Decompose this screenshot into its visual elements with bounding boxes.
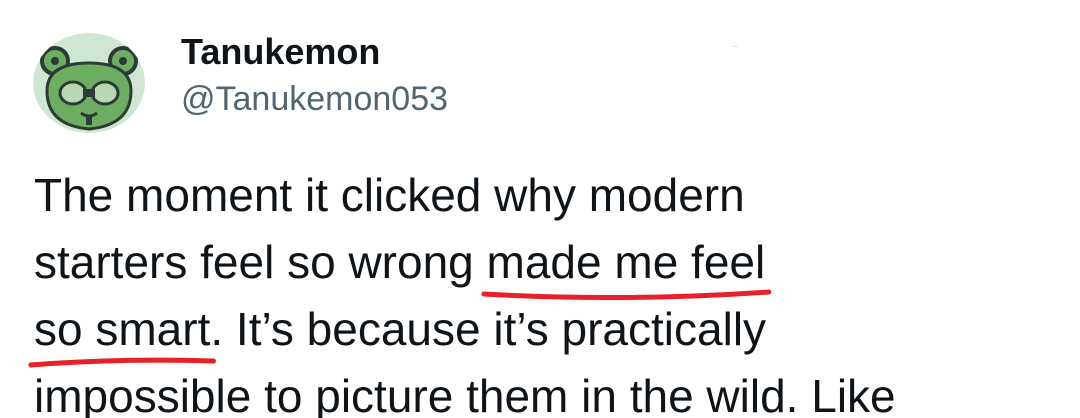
tweet-line-2: starters feel so wrong made me feel: [34, 229, 1074, 301]
avatar[interactable]: [33, 33, 145, 133]
user-info: Tanukemon @Tanukemon053: [181, 30, 448, 120]
tweet-line-4-text: impossible to picture them in the wild. …: [34, 370, 896, 418]
tweet-line-1-text: The moment it clicked why modern: [34, 169, 745, 221]
highlight-text-1: made me feel: [486, 236, 766, 288]
divider-speck: [732, 46, 738, 47]
tweet-line-3: so smart. It’s because it’s practically: [28, 296, 1074, 368]
tweet-line-1: The moment it clicked why modern: [34, 162, 1074, 229]
tweet-line-4: impossible to picture them in the wild. …: [34, 363, 1074, 418]
tweet-card: Tanukemon @Tanukemon053 The moment it cl…: [0, 0, 1080, 418]
user-handle[interactable]: @Tanukemon053: [181, 78, 448, 120]
highlight-text-2: so smart: [34, 303, 211, 355]
highlight-so-smart: so smart: [28, 296, 216, 368]
tweet-line-2-text: starters feel so wrong: [34, 236, 487, 288]
tanuki-avatar-icon: [33, 33, 145, 133]
tweet-text: The moment it clicked why modern starter…: [28, 162, 1074, 418]
display-name[interactable]: Tanukemon: [181, 30, 448, 74]
tweet-line-3-text: . It’s because it’s practically: [210, 303, 767, 355]
highlight-made-me-feel: made me feel: [480, 229, 771, 301]
